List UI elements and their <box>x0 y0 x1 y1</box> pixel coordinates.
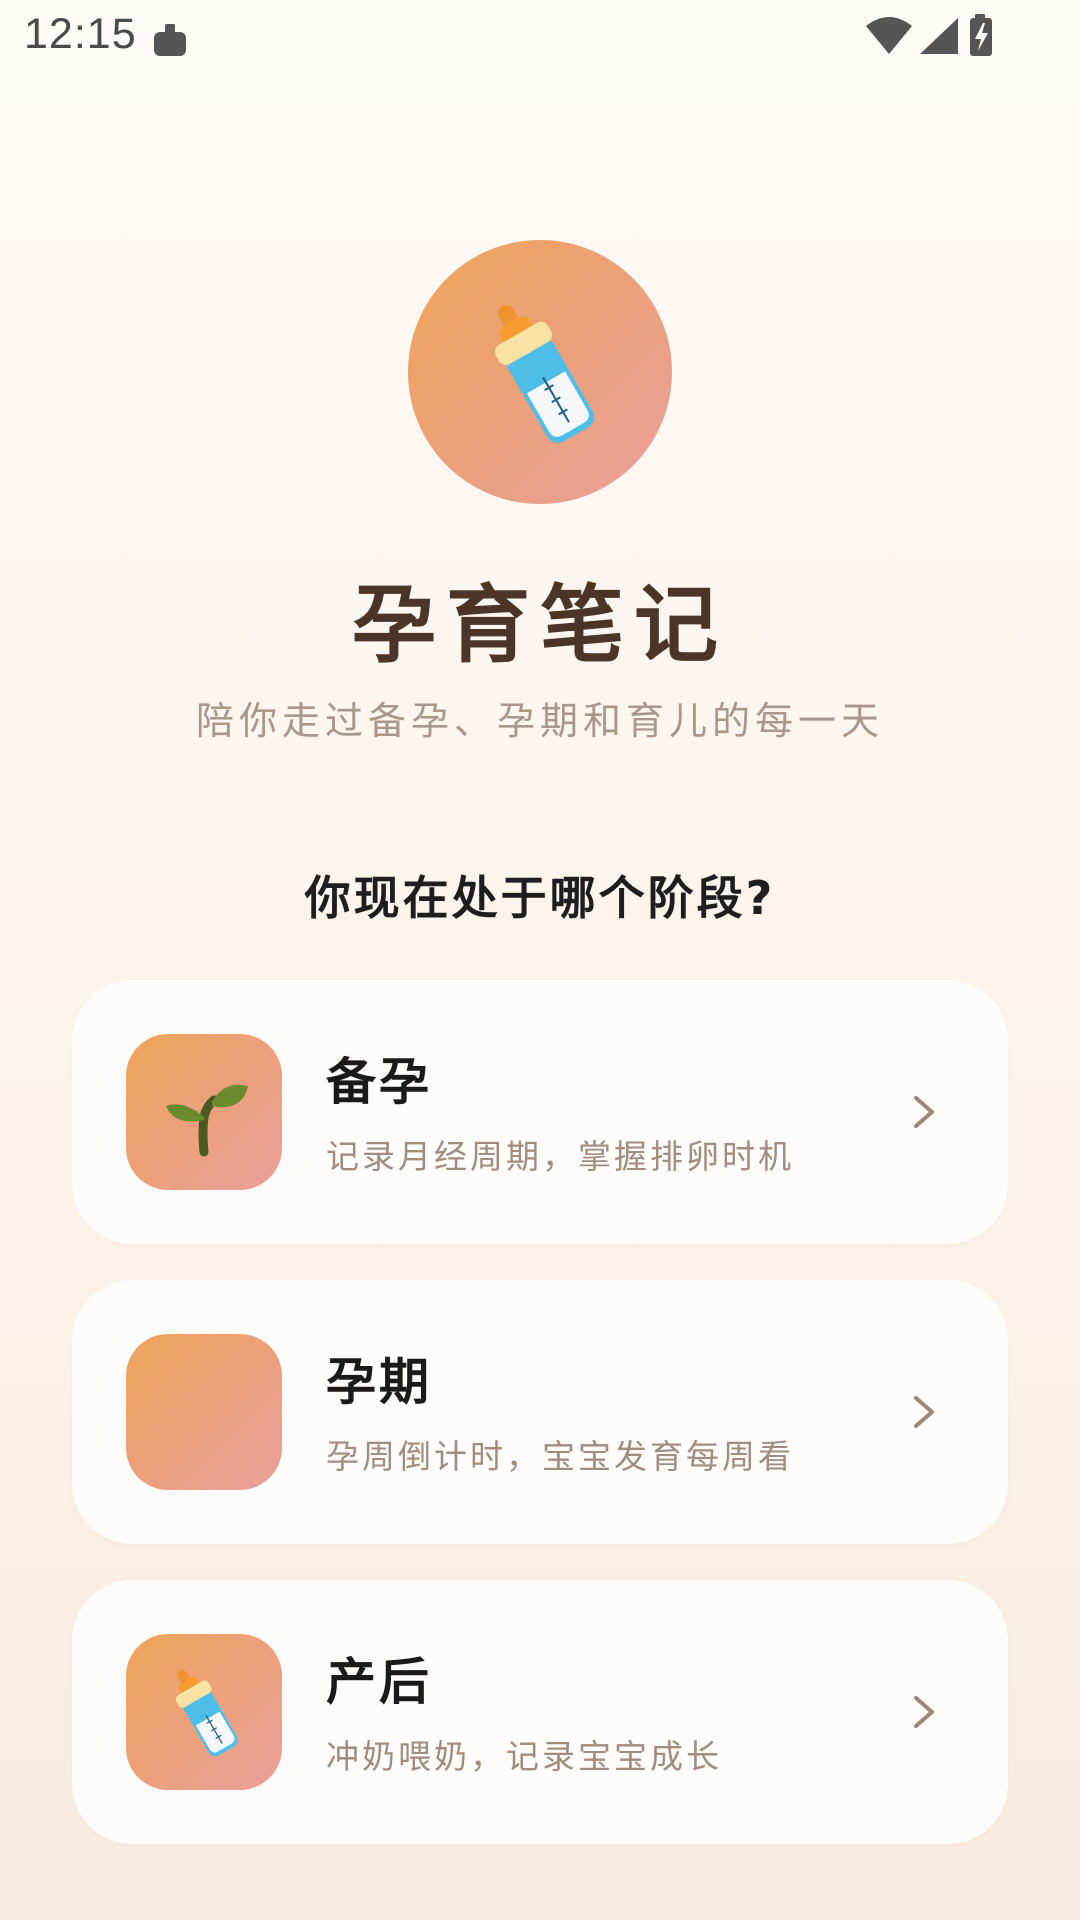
status-time: 12:15 <box>24 10 137 58</box>
stage-icon-box <box>126 1034 282 1190</box>
stage-question: 你现在处于哪个阶段? <box>304 871 776 925</box>
chevron-right-icon <box>914 1396 934 1428</box>
chevron-right-icon <box>914 1096 934 1128</box>
stage-description: 冲奶喂奶，记录宝宝成长 <box>326 1737 722 1776</box>
app-title: 孕育笔记 <box>351 576 728 674</box>
app-logo <box>408 240 672 504</box>
stage-title: 备孕 <box>326 1053 432 1111</box>
status-icons <box>864 14 1000 58</box>
stage-icon-box <box>126 1634 282 1790</box>
baby-bottle-icon <box>175 1670 238 1757</box>
app-subtitle: 陪你走过备孕、孕期和育儿的每一天 <box>195 699 884 743</box>
status-bar: 12:15 <box>0 0 1080 76</box>
chevron-right-icon <box>914 1696 934 1728</box>
seedling-icon <box>166 1084 248 1157</box>
battery-charging-icon <box>970 14 992 56</box>
baby-bottle-icon <box>494 305 595 443</box>
stage-title: 孕期 <box>326 1353 432 1411</box>
stage-icon-box <box>126 1334 282 1490</box>
notification-icon <box>154 24 186 56</box>
stage-card-prepregnancy[interactable]: 备孕 记录月经周期，掌握排卵时机 <box>72 980 1008 1244</box>
stage-title: 产后 <box>326 1653 432 1711</box>
stage-description: 孕周倒计时，宝宝发育每周看 <box>326 1437 794 1476</box>
wifi-icon <box>866 17 912 54</box>
signal-icon <box>920 18 958 54</box>
stage-card-postpartum[interactable]: 产后 冲奶喂奶，记录宝宝成长 <box>72 1580 1008 1844</box>
stage-description: 记录月经周期，掌握排卵时机 <box>326 1137 794 1176</box>
stage-card-pregnancy[interactable]: 孕期 孕周倒计时，宝宝发育每周看 <box>72 1280 1008 1544</box>
